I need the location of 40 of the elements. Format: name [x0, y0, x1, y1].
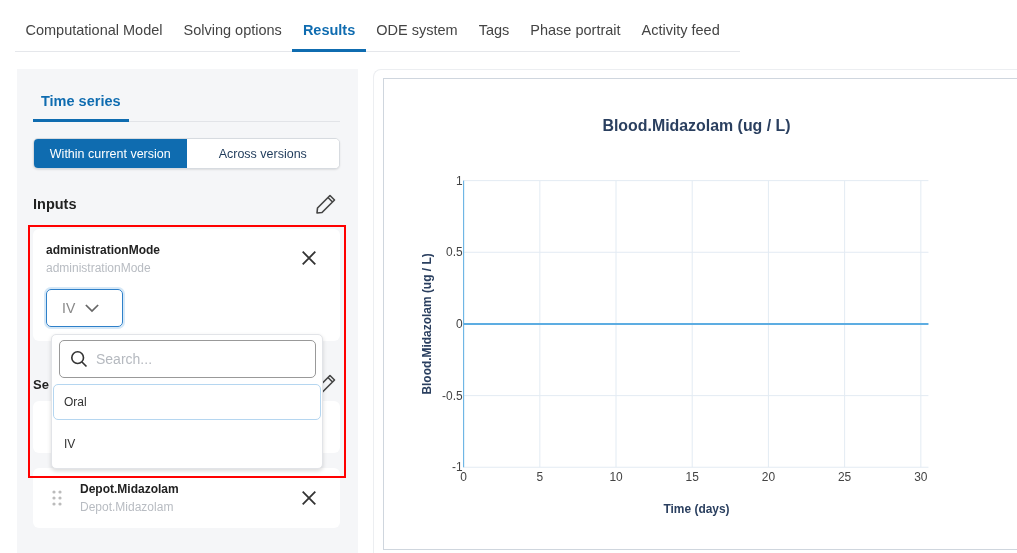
tab[interactable]: Tags — [468, 19, 520, 52]
x-tick-label: 20 — [761, 470, 776, 485]
y-tick-label: 0 — [456, 316, 463, 331]
tab[interactable]: Solving options — [173, 19, 293, 52]
x-tick-label: 25 — [838, 470, 852, 485]
chevron-icon — [85, 303, 100, 313]
x-tick-label: 15 — [685, 470, 699, 485]
y-tick-label: 1 — [456, 173, 463, 188]
section-heading: Inputs — [33, 196, 77, 212]
x-tick-label: 30 — [914, 470, 928, 485]
tab[interactable]: Time series — [33, 85, 129, 122]
search-icon — [70, 350, 88, 368]
card-title: Depot.Midazolam — [80, 482, 180, 496]
y-tick-label: 0.5 — [446, 245, 463, 260]
card-title: administrationMode — [46, 243, 160, 257]
y-tick-label: -0.5 — [442, 388, 463, 403]
mode-toggle[interactable]: Within current version — [34, 139, 187, 168]
card-subtitle: administrationMode — [46, 261, 152, 275]
pencil-icon[interactable] — [314, 192, 338, 216]
chart-title: Blood.Midazolam (ug / L) — [602, 116, 791, 134]
drag-handle-icon[interactable] — [52, 490, 62, 506]
mode-toggle[interactable]: Across versions — [186, 139, 339, 168]
x-axis-title: Time (days) — [663, 502, 730, 517]
close-icon[interactable] — [300, 489, 318, 507]
card-subtitle: Depot.Midazolam — [80, 500, 175, 514]
tab[interactable]: Activity feed — [631, 19, 731, 52]
x-tick-label: 0 — [460, 470, 467, 485]
tab[interactable]: Results — [292, 19, 366, 52]
section-heading: Se — [33, 376, 49, 392]
tab[interactable]: ODE system — [365, 19, 469, 52]
y-axis-title: Blood.Midazolam (ug / L) — [419, 253, 434, 395]
dropdown-option[interactable]: IV — [53, 426, 321, 462]
search-field[interactable]: Search... — [59, 340, 316, 378]
dropdown-option[interactable]: Oral — [53, 384, 321, 420]
select-field[interactable]: IV — [46, 289, 123, 327]
x-tick-label: 10 — [609, 470, 623, 485]
tab[interactable]: Computational Model — [15, 19, 174, 52]
x-tick-label: 5 — [536, 470, 544, 485]
close-icon[interactable] — [300, 249, 318, 267]
tab[interactable]: Phase portrait — [519, 19, 632, 52]
